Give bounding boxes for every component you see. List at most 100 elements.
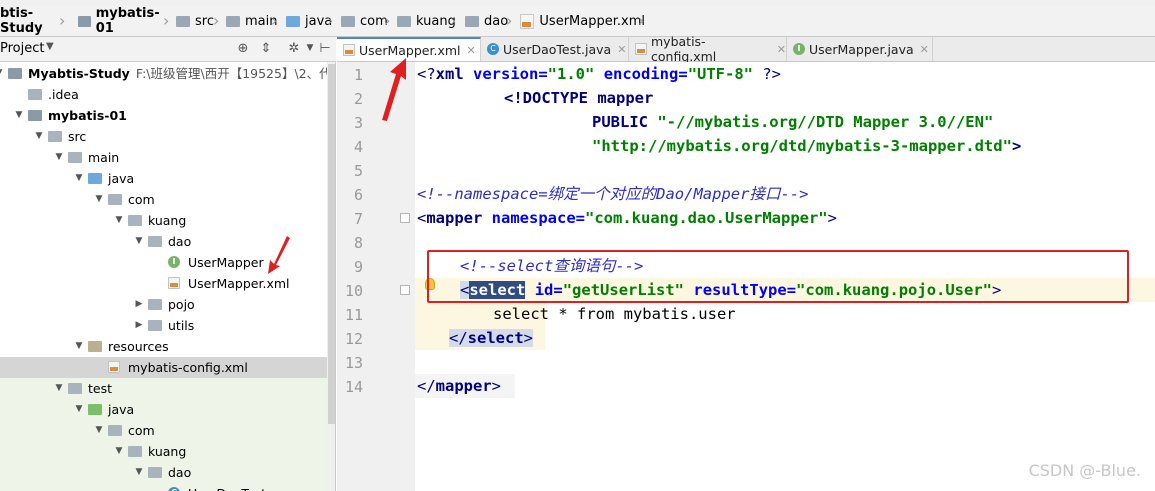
breadcrumb-src[interactable]: src › (176, 6, 220, 36)
editor-gutter: 1 2 3 4 5 6 7 8 9 10 11 12 13 14 (337, 62, 415, 491)
source-folder-icon (88, 173, 102, 184)
tree-item[interactable]: ▼ com (0, 420, 327, 441)
tree-item-label: dao (168, 234, 192, 249)
tree-item[interactable]: ▼ kuang (0, 210, 327, 231)
fold-marker-icon[interactable] (400, 285, 410, 295)
breadcrumb-java[interactable]: java › (286, 6, 334, 36)
tree-item[interactable]: ▶ utils (0, 315, 327, 336)
tree-item-label: main (88, 150, 120, 165)
code-line-6: <!--namespace=绑定一个对应的Dao/Mapper接口--> (417, 185, 809, 203)
tree-item[interactable]: UserMapper.xml (0, 273, 327, 294)
tree-item-label: utils (168, 318, 195, 333)
breadcrumb-dao[interactable]: dao › (465, 6, 513, 36)
dropdown-caret-icon[interactable]: ▼ (46, 41, 54, 52)
tree-item[interactable]: ▼ dao (0, 462, 327, 483)
expand-arrow-icon[interactable]: ▼ (14, 105, 24, 126)
scrollbar-thumb[interactable] (328, 64, 335, 424)
expand-arrow-icon[interactable]: ▼ (134, 231, 144, 252)
tree-item-label: java (108, 171, 135, 186)
tree-item-label: UserMapper.xml (188, 276, 290, 291)
tree-item[interactable]: ▼ src (0, 126, 327, 147)
collapse-arrow-icon[interactable]: ▶ (134, 294, 144, 315)
xml-file-icon (520, 13, 535, 29)
source-folder-icon (286, 15, 300, 27)
xml-file-icon (343, 44, 355, 56)
hide-panel-icon[interactable]: ⊢ (318, 41, 332, 56)
tree-item[interactable]: ▼ com (0, 189, 327, 210)
tree-item[interactable]: ▼ java (0, 399, 327, 420)
tree-item[interactable]: ▼ resources (0, 336, 327, 357)
breadcrumb-com[interactable]: com › (341, 6, 391, 36)
expand-arrow-icon[interactable]: ▼ (0, 63, 4, 84)
package-icon (128, 446, 142, 457)
close-icon[interactable]: ✕ (617, 43, 626, 56)
chevron-right-icon: › (638, 11, 645, 30)
collapse-arrow-icon[interactable]: ▶ (134, 315, 144, 336)
tree-item-label: mybatis-config.xml (128, 360, 248, 375)
code-line-2: <!DOCTYPE mapper (504, 89, 654, 107)
chevron-right-icon: › (384, 11, 391, 30)
breadcrumb-project[interactable]: btis-Study › (0, 6, 66, 36)
folder-icon (68, 383, 82, 394)
project-view-selector[interactable]: Project (0, 41, 44, 56)
tab-userdaotest-java[interactable]: C UserDaoTest.java ✕ (481, 37, 629, 61)
chevron-right-icon: › (327, 11, 334, 30)
breadcrumb-file[interactable]: UserMapper.xml › (520, 6, 645, 36)
expand-arrow-icon[interactable]: ▼ (114, 441, 124, 462)
expand-arrow-icon[interactable]: ▼ (94, 189, 104, 210)
tree-item-label: pojo (168, 297, 195, 312)
expand-arrow-icon[interactable]: ▼ (74, 336, 84, 357)
breadcrumb-kuang[interactable]: kuang › (397, 6, 457, 36)
close-icon[interactable]: ✕ (777, 43, 786, 56)
folder-icon (28, 89, 42, 100)
tree-item[interactable]: ▼ main (0, 147, 327, 168)
tree-item-label: java (108, 402, 135, 417)
package-icon (397, 15, 411, 27)
tree-item[interactable]: ▶ pojo (0, 294, 327, 315)
expand-arrow-icon[interactable]: ▼ (74, 168, 84, 189)
expand-arrow-icon[interactable]: ▼ (134, 462, 144, 483)
annotation-highlight-box (427, 250, 1129, 303)
locate-file-icon[interactable]: ⊕ (236, 41, 250, 56)
code-line-14: </mapper> (417, 377, 502, 395)
expand-arrow-icon[interactable]: ▼ (94, 420, 104, 441)
expand-arrow-icon[interactable]: ▼ (114, 210, 124, 231)
chevron-right-icon: › (506, 11, 513, 30)
expand-arrow-icon[interactable]: ▼ (54, 147, 64, 168)
resources-folder-icon (88, 341, 102, 352)
line-number: 12 (344, 330, 363, 348)
tree-item[interactable]: ▼ kuang (0, 441, 327, 462)
line-number: 3 (353, 114, 363, 132)
tree-item[interactable]: mybatis-config.xml (0, 357, 327, 378)
breadcrumb-label: UserMapper.xml (539, 13, 645, 29)
tree-item[interactable]: ▼ test (0, 378, 327, 399)
collapse-all-icon[interactable]: ⇕ (259, 41, 273, 56)
folder-icon (48, 131, 62, 142)
editor-tab-bar: UserMapper.xml ✕ C UserDaoTest.java ✕ mybat… (337, 34, 1155, 64)
code-line-1: <?xml version="1.0" encoding="UTF-8" ?> (417, 65, 782, 83)
line-number: 6 (353, 186, 363, 204)
breadcrumb-module[interactable]: mybatis-01 › (78, 6, 170, 36)
tree-item[interactable]: ▼ mybatis-01 (0, 105, 327, 126)
fold-marker-icon[interactable] (400, 213, 410, 223)
settings-gear-icon[interactable]: ✲ (287, 41, 301, 56)
tree-item[interactable]: .idea (0, 84, 327, 105)
tree-item[interactable]: ▼ java (0, 168, 327, 189)
breadcrumb-main[interactable]: main › (226, 6, 278, 36)
tab-usermapper-java[interactable]: I UserMapper.java ✕ (787, 37, 933, 61)
tree-item[interactable]: ▼ Myabtis-StudyF:\班级管理\西开【19525】\2、代码\Mya… (0, 63, 335, 84)
tab-mybatis-config-xml[interactable]: mybatis-config.xml ✕ (629, 34, 787, 64)
tree-item[interactable]: C UserDaoTest (0, 483, 327, 491)
expand-arrow-icon[interactable]: ▼ (34, 126, 44, 147)
tree-scrollbar[interactable] (327, 62, 335, 491)
package-icon (148, 236, 162, 247)
settings-caret-icon[interactable]: ▼ (303, 43, 317, 53)
breadcrumb-label: btis-Study (0, 6, 43, 36)
project-icon (8, 68, 22, 79)
project-panel-header: Project ▼ ⊕ ⇕ ✲ ▼ ⊢ (0, 37, 336, 62)
close-icon[interactable]: ✕ (920, 43, 929, 56)
tree-item-label: UserDaoTest (188, 483, 266, 491)
close-icon[interactable]: ✕ (467, 44, 476, 57)
expand-arrow-icon[interactable]: ▼ (74, 399, 84, 420)
expand-arrow-icon[interactable]: ▼ (54, 378, 64, 399)
